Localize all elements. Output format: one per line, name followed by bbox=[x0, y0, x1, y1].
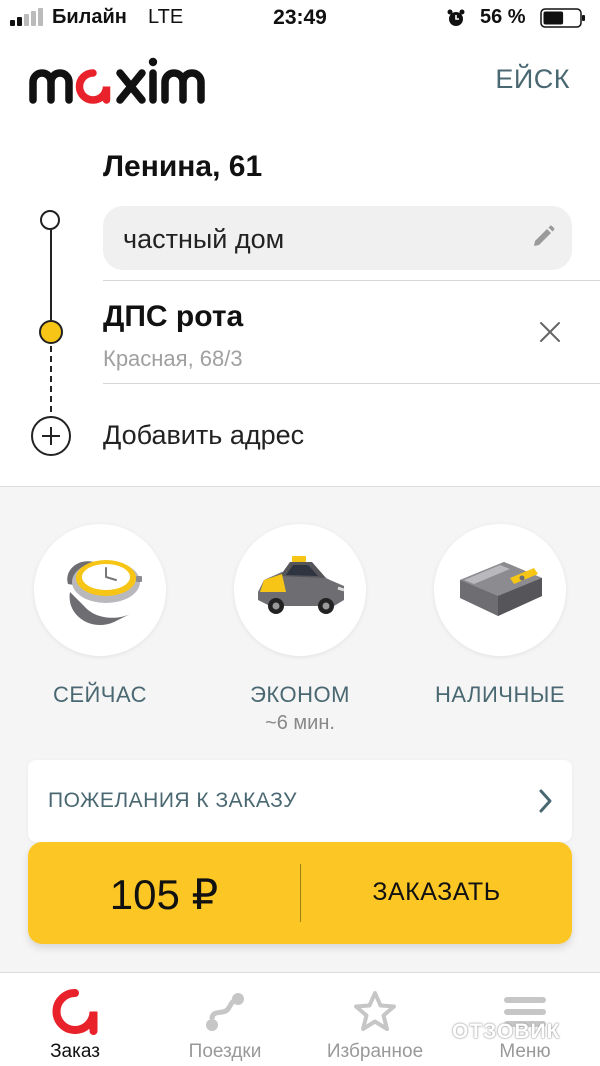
add-address-plus-icon[interactable] bbox=[31, 416, 71, 456]
trip-price: 105 ₽ bbox=[109, 871, 219, 918]
pickup-note-field[interactable]: частный дом bbox=[103, 206, 572, 270]
order-wishes-label: ПОЖЕЛАНИЯ К ЗАКАЗУ bbox=[48, 789, 297, 812]
close-icon[interactable] bbox=[536, 318, 564, 346]
tariff-option-button[interactable] bbox=[234, 524, 366, 656]
divider bbox=[103, 280, 600, 281]
destination-name[interactable]: ДПС рота bbox=[103, 300, 243, 334]
pickup-address[interactable]: Ленина, 61 bbox=[103, 150, 262, 184]
tab-trips-label: Поездки bbox=[188, 1041, 262, 1062]
watch-icon bbox=[67, 560, 142, 626]
alarm-icon bbox=[447, 9, 465, 26]
edit-pencil-icon[interactable] bbox=[530, 224, 556, 250]
status-bar: Билайн LTE 23:49 56 % bbox=[0, 0, 600, 40]
star-icon bbox=[354, 991, 396, 1031]
payment-option-button[interactable] bbox=[434, 524, 566, 656]
tab-favorites[interactable]: Избранное bbox=[300, 973, 450, 1066]
city-selector[interactable]: ЕЙСК bbox=[495, 64, 570, 95]
tab-menu-label: Меню bbox=[499, 1041, 551, 1062]
tariff-option-label: ЭКОНОМ bbox=[250, 682, 350, 707]
order-wishes-button[interactable]: ПОЖЕЛАНИЯ К ЗАКАЗУ bbox=[28, 760, 572, 842]
route-dashed-line bbox=[50, 346, 52, 422]
pickup-note-text: частный дом bbox=[123, 224, 285, 254]
tab-favorites-label: Избранное bbox=[326, 1041, 424, 1062]
taxi-car-icon bbox=[258, 556, 345, 614]
tab-order-label: Заказ bbox=[50, 1041, 100, 1062]
tab-order[interactable]: Заказ bbox=[0, 973, 150, 1066]
trips-icon bbox=[206, 993, 244, 1031]
time-option-button[interactable] bbox=[34, 524, 166, 656]
battery-icon bbox=[540, 8, 585, 28]
watermark: ОТЗОВИК bbox=[452, 1020, 561, 1043]
order-bar: 105 ₽ ЗАКАЗАТЬ bbox=[28, 842, 572, 944]
route-line bbox=[50, 228, 52, 328]
time-option-label: СЕЙЧАС bbox=[52, 682, 148, 707]
tariff-eta: ~6 мин. bbox=[265, 712, 335, 734]
destination-address: Красная, 68/3 bbox=[103, 346, 243, 371]
tab-trips[interactable]: Поездки bbox=[150, 973, 300, 1066]
start-point-marker bbox=[40, 210, 60, 230]
chevron-right-icon bbox=[539, 789, 552, 813]
wallet-icon bbox=[460, 562, 542, 616]
battery-percent: 56 % bbox=[480, 6, 526, 28]
tab-bar: Заказ Поездки Избранное Меню bbox=[0, 972, 600, 1066]
payment-option-label: НАЛИЧНЫЕ bbox=[435, 682, 565, 707]
add-address-button[interactable]: Добавить адрес bbox=[103, 420, 304, 451]
destination-point-marker bbox=[39, 320, 63, 344]
order-icon bbox=[52, 989, 98, 1035]
divider bbox=[103, 383, 600, 384]
maxim-logo bbox=[29, 57, 205, 104]
order-button[interactable]: ЗАКАЗАТЬ bbox=[301, 878, 572, 907]
